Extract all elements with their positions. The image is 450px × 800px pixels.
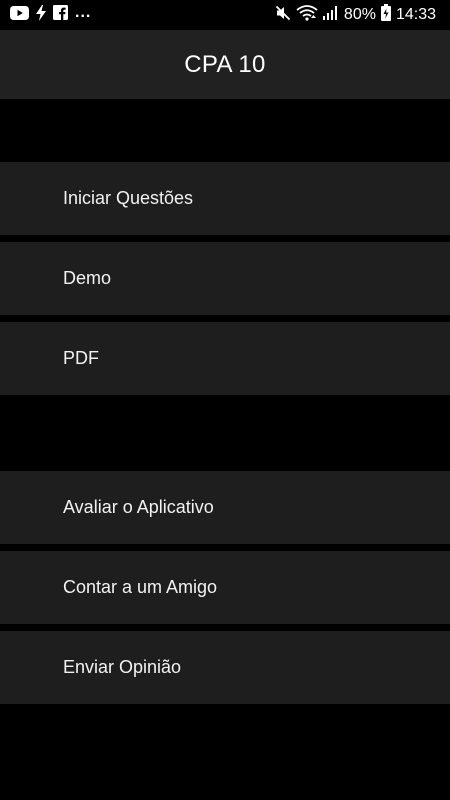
menu-item-pdf[interactable]: PDF <box>0 322 450 395</box>
status-bar-left: ... <box>10 4 92 26</box>
mute-icon <box>275 5 291 26</box>
flash-icon <box>36 4 46 26</box>
clock: 14:33 <box>395 6 436 23</box>
menu-item-label: PDF <box>63 348 99 368</box>
menu-item-avaliar-aplicativo[interactable]: Avaliar o Aplicativo <box>0 471 450 544</box>
battery-percent: 80% <box>343 6 376 23</box>
menu-item-label: Enviar Opinião <box>63 657 182 677</box>
battery-icon <box>380 4 391 26</box>
wifi-icon <box>296 4 318 26</box>
menu-item-contar-amigo[interactable]: Contar a um Amigo <box>0 551 450 624</box>
menu-item-enviar-opiniao[interactable]: Enviar Opinião <box>0 631 450 704</box>
menu-item-label: Avaliar o Aplicativo <box>63 497 214 517</box>
menu-item-label: Contar a um Amigo <box>63 577 218 597</box>
menu-item-label: Iniciar Questões <box>63 188 194 208</box>
youtube-icon <box>10 5 29 25</box>
menu-item-label: Demo <box>63 268 112 288</box>
signal-icon <box>322 5 339 25</box>
menu-item-iniciar-questoes[interactable]: Iniciar Questões <box>0 162 450 235</box>
status-bar-right: 80% 14:33 <box>275 4 436 26</box>
app-title: CPA 10 <box>184 50 266 78</box>
status-bar: ... 80% 14:33 <box>0 0 450 30</box>
more-notifications-indicator: ... <box>75 4 92 21</box>
facebook-icon <box>53 5 68 25</box>
app-bar: CPA 10 <box>0 30 450 99</box>
menu-item-demo[interactable]: Demo <box>0 242 450 315</box>
